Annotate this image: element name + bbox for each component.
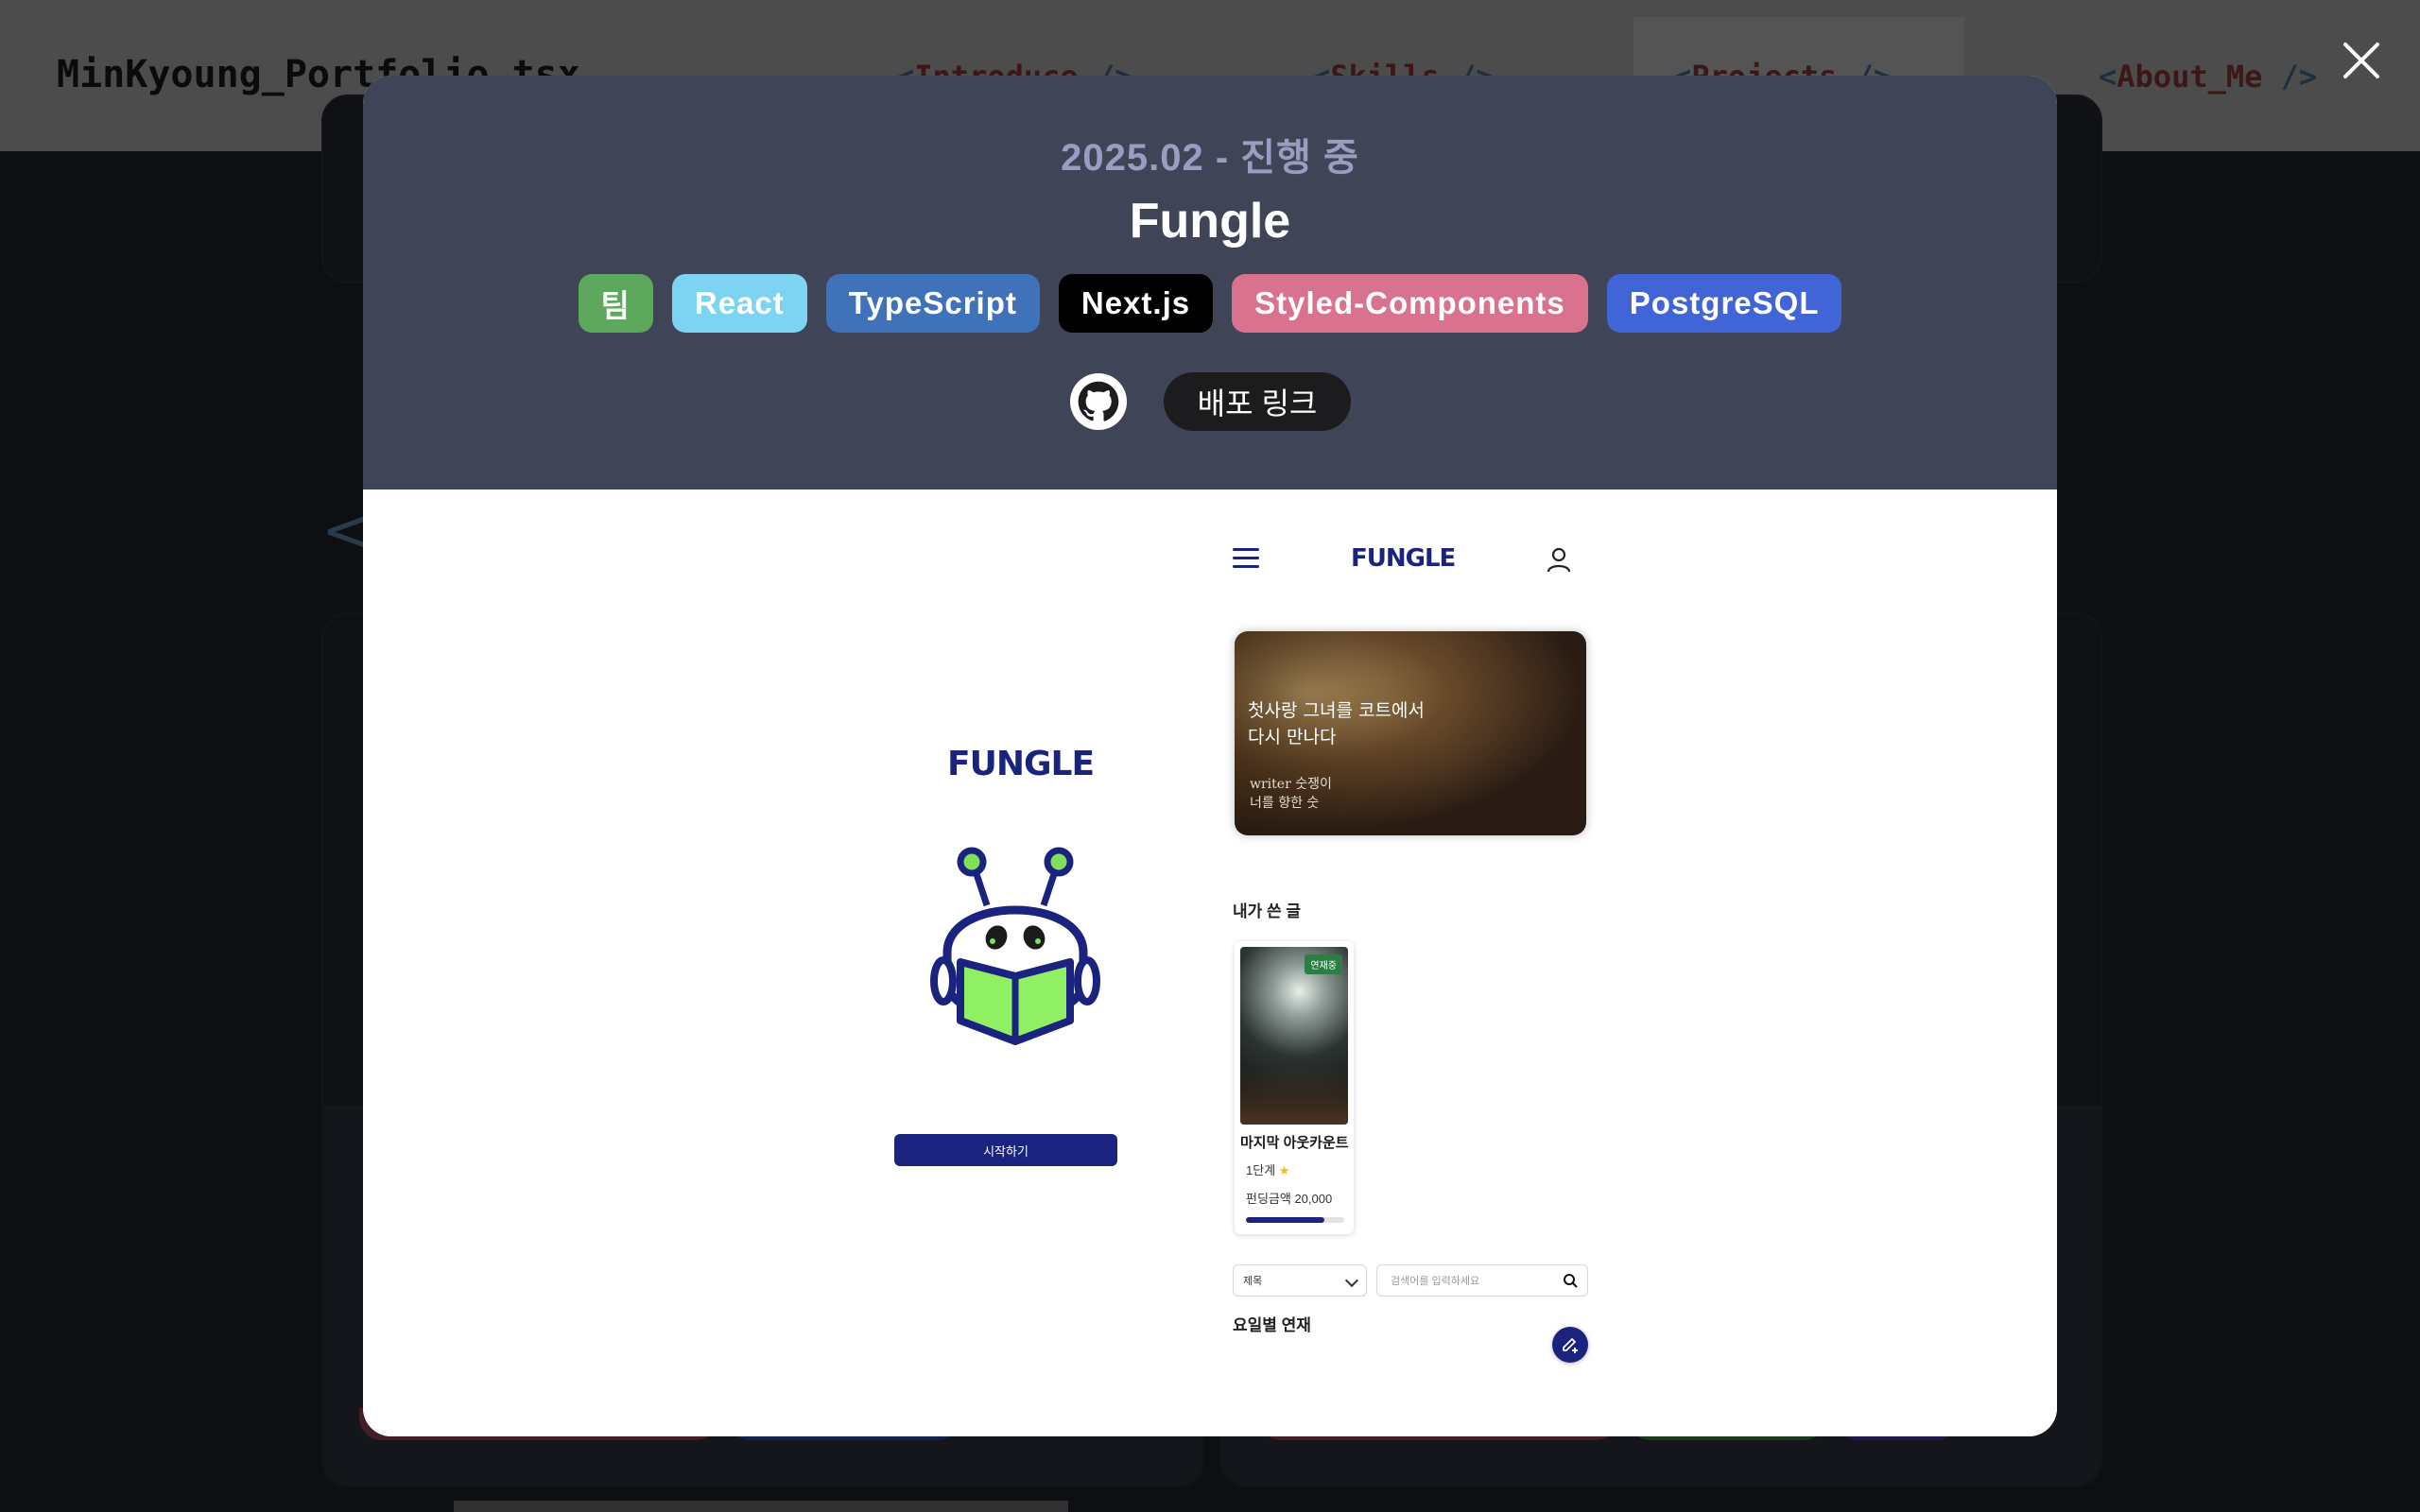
github-icon[interactable] — [1069, 372, 1128, 431]
featured-banner[interactable]: 첫사랑 그녀를 코트에서 다시 만나다 writer 숫쟁이 너를 향한 숫 — [1235, 631, 1586, 835]
book-level: 1단계 ★ — [1246, 1163, 1290, 1177]
book-title: 마지막 아웃카운트 — [1240, 1135, 1349, 1151]
tag-react: React — [671, 274, 807, 333]
project-preview-image: FUNGLE 시작하기 FUNGLE 첫사랑 그녀를 코트에서 다시 만나다 w… — [363, 490, 2057, 1436]
my-posts-heading: 내가 쓴 글 — [1233, 902, 1302, 920]
search-input[interactable]: 검색어를 입력하세요 — [1376, 1264, 1588, 1297]
app-home-screen: FUNGLE 첫사랑 그녀를 코트에서 다시 만나다 writer 숫쟁이 너를… — [1214, 527, 1592, 1416]
search-filter-select[interactable]: 제목 — [1233, 1264, 1367, 1297]
tag-styled-components: Styled-Components — [1232, 274, 1588, 333]
book-funding-amount: 펀딩금액 20,000 — [1246, 1192, 1333, 1206]
fungle-logo: FUNGLE — [947, 745, 1095, 783]
project-links: 배포 링크 — [363, 372, 2057, 431]
book-cover-image: 연재중 — [1240, 947, 1348, 1125]
banner-subtitle: writer 숫쟁이 너를 향한 숫 — [1250, 777, 1332, 811]
tag-postgresql: PostgreSQL — [1606, 274, 1842, 333]
project-period: 2025.02 - 진행 중 — [1061, 137, 1359, 179]
chevron-down-icon — [1344, 1273, 1359, 1288]
funding-progress-bar — [1246, 1217, 1344, 1223]
weekly-serial-heading: 요일별 연재 — [1233, 1316, 1311, 1334]
funding-progress-fill — [1246, 1217, 1325, 1223]
serial-status-badge: 연재중 — [1305, 954, 1342, 974]
tech-tag-list: 팀 React TypeScript Next.js Styled-Compon… — [363, 274, 2057, 333]
write-post-button[interactable] — [1552, 1327, 1588, 1363]
user-icon[interactable] — [1547, 546, 1571, 573]
menu-icon[interactable] — [1233, 548, 1259, 569]
start-button[interactable]: 시작하기 — [894, 1134, 1117, 1166]
book-card[interactable]: 연재중 마지막 아웃카운트 1단계 ★ 펀딩금액 20,000 — [1235, 941, 1354, 1234]
deploy-link-button[interactable]: 배포 링크 — [1163, 372, 1352, 431]
star-icon: ★ — [1278, 1163, 1290, 1177]
tag-nextjs: Next.js — [1058, 274, 1214, 333]
close-icon[interactable] — [2335, 34, 2388, 87]
modal-header: 2025.02 - 진행 중 Fungle 팀 React TypeScript… — [363, 76, 2057, 490]
project-detail-modal: 2025.02 - 진행 중 Fungle 팀 React TypeScript… — [363, 76, 2057, 1436]
search-icon[interactable] — [1563, 1273, 1578, 1288]
pencil-plus-icon — [1563, 1338, 1578, 1353]
tag-team: 팀 — [578, 274, 653, 333]
fungle-logo: FUNGLE — [1351, 544, 1456, 573]
project-title: Fungle — [1129, 194, 1291, 249]
banner-title: 첫사랑 그녀를 코트에서 다시 만나다 — [1248, 700, 1425, 747]
fungle-mascot-icon — [930, 847, 1100, 1045]
tag-typescript: TypeScript — [825, 274, 1040, 333]
